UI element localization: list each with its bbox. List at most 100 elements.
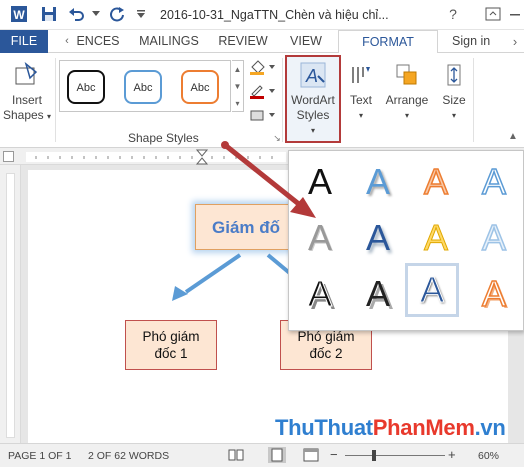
customize-toolbar-icon[interactable]: [134, 4, 148, 24]
sign-in-link[interactable]: Sign in: [452, 30, 490, 53]
zoom-slider-track[interactable]: [345, 455, 445, 456]
svg-text:W: W: [13, 8, 25, 22]
shape-outline-button[interactable]: [248, 83, 276, 101]
vertical-ruler-track: [6, 173, 15, 438]
chevron-down-icon: ▾: [310, 126, 315, 135]
text-direction-icon: [346, 57, 376, 93]
ribbon-tabs: FILE ‹ ENCES MAILINGS REVIEW VIEW FORMAT…: [0, 30, 524, 54]
org-chart-top-box[interactable]: Giám đố: [195, 204, 295, 250]
chevron-down-icon: ▾: [358, 111, 363, 120]
wordart-style-item[interactable]: A: [411, 157, 461, 207]
collapse-ribbon-icon[interactable]: ▲: [506, 129, 520, 144]
wordart-style-item[interactable]: A: [295, 213, 345, 263]
shape-fill-button[interactable]: [248, 59, 276, 77]
wordart-styles-gallery: A A A A A A A A A A A A: [288, 150, 524, 331]
zoom-level[interactable]: 60%: [478, 450, 499, 462]
pen-outline-icon: [250, 85, 275, 99]
wordart-style-item[interactable]: A: [411, 213, 461, 263]
document-title: 2016-10-31_NgaTTN_Chèn và hiệu chỉ...: [160, 8, 389, 22]
tab-selector-icon[interactable]: [3, 151, 14, 162]
ribbon-separator: [473, 58, 474, 142]
svg-text:A: A: [305, 66, 318, 86]
watermark-part-2: PhanMem: [372, 415, 475, 440]
ribbon-display-options-icon[interactable]: [478, 4, 508, 24]
right-box-line-2: đốc 2: [309, 346, 343, 361]
watermark-part-1: ThuThuat: [275, 415, 373, 440]
shape-style-swatch[interactable]: Abc: [181, 70, 219, 104]
shape-styles-gallery: Abc Abc Abc: [59, 60, 231, 112]
word-count[interactable]: 2 OF 62 WORDS: [88, 450, 169, 462]
tab-file[interactable]: FILE: [0, 30, 48, 53]
tabs-scroll-right-icon[interactable]: ›: [508, 30, 522, 53]
read-mode-icon[interactable]: [228, 448, 244, 465]
zoom-out-button[interactable]: −: [330, 447, 338, 462]
help-button[interactable]: ?: [443, 4, 463, 24]
undo-dropdown-icon[interactable]: [90, 4, 102, 24]
left-box-line-2: đốc 1: [154, 346, 188, 361]
tab-format[interactable]: FORMAT: [338, 30, 438, 54]
word-logo-icon[interactable]: W: [8, 4, 30, 24]
chevron-down-icon: ▾: [47, 112, 52, 121]
redo-icon[interactable]: [106, 4, 128, 24]
wordart-label-1: WordArt: [291, 93, 335, 107]
save-icon[interactable]: [38, 4, 60, 24]
wordart-label-2: Styles: [296, 108, 330, 122]
chevron-down-icon: ▾: [451, 111, 456, 120]
watermark: ThuThuatPhanMem.vn: [275, 415, 506, 441]
chevron-down-icon: ▾: [404, 111, 409, 120]
arrange-icon: [384, 57, 430, 93]
size-button[interactable]: Size ▾: [438, 57, 470, 123]
watermark-part-3: .vn: [474, 415, 506, 440]
ruler-ticks: [26, 152, 286, 162]
ribbon: Insert Shapes ▾ Abc Abc Abc ▲ ▼ ▾ Shape St…: [0, 53, 524, 148]
insert-shapes-label-2: Shapes: [2, 108, 44, 122]
ribbon-separator: [55, 58, 56, 142]
shape-effects-icon: [250, 110, 275, 121]
shape-styles-scroll[interactable]: ▲ ▼ ▾: [232, 60, 244, 112]
dialog-launcher-icon[interactable]: ↘: [272, 131, 282, 146]
shape-styles-group-label: Shape Styles: [128, 131, 199, 145]
text-label: Text: [349, 93, 372, 107]
arrange-label: Arrange: [385, 93, 429, 107]
insert-shapes-button[interactable]: Insert Shapes ▾: [2, 57, 52, 124]
print-layout-icon[interactable]: [268, 447, 286, 466]
shape-effects-button[interactable]: [248, 107, 276, 125]
vertical-ruler[interactable]: [0, 165, 21, 443]
wordart-style-item[interactable]: A: [469, 213, 519, 263]
tab-references[interactable]: ENCES: [70, 30, 126, 53]
wordart-style-item[interactable]: A: [353, 157, 403, 207]
tab-mailings[interactable]: MAILINGS: [134, 30, 204, 53]
status-bar: PAGE 1 OF 1 2 OF 62 WORDS − + 60%: [0, 443, 524, 467]
ribbon-separator: [282, 58, 283, 142]
web-layout-icon[interactable]: [303, 448, 319, 465]
zoom-slider-handle[interactable]: [372, 450, 376, 461]
wordart-style-item[interactable]: A: [353, 269, 403, 319]
undo-icon[interactable]: [66, 4, 88, 24]
wordart-styles-button[interactable]: A WordArt Styles ▾: [285, 55, 341, 143]
tab-view[interactable]: VIEW: [284, 30, 328, 53]
paint-bucket-icon: [250, 60, 275, 75]
indent-marker-icon[interactable]: [196, 149, 208, 165]
wordart-style-item[interactable]: A: [295, 157, 345, 207]
arrange-button[interactable]: Arrange ▾: [384, 57, 430, 123]
wordart-a-icon: A: [287, 57, 339, 93]
insert-shapes-icon: [2, 57, 52, 93]
minimize-icon[interactable]: [506, 4, 524, 24]
wordart-style-item[interactable]: A: [469, 269, 519, 319]
org-chart-left-box[interactable]: Phó giám đốc 1: [125, 320, 217, 370]
shape-style-swatch[interactable]: Abc: [124, 70, 162, 104]
wordart-style-item[interactable]: A: [469, 157, 519, 207]
size-label: Size: [442, 93, 466, 107]
tab-review[interactable]: REVIEW: [214, 30, 272, 53]
zoom-in-button[interactable]: +: [448, 447, 456, 462]
left-box-line-1: Phó giám: [142, 329, 200, 344]
insert-shapes-label-1: Insert: [11, 93, 42, 107]
wordart-style-item-selected[interactable]: A: [405, 263, 459, 317]
page-count[interactable]: PAGE 1 OF 1: [8, 450, 71, 462]
size-icon: [438, 57, 470, 93]
shape-style-swatch[interactable]: Abc: [67, 70, 105, 104]
text-button[interactable]: Text ▾: [346, 57, 376, 123]
wordart-style-item[interactable]: A: [353, 213, 403, 263]
wordart-style-item[interactable]: A: [295, 269, 345, 319]
title-bar: W 2016-10-31_NgaTTN_Chèn và hiệu chỉ... …: [0, 0, 524, 30]
